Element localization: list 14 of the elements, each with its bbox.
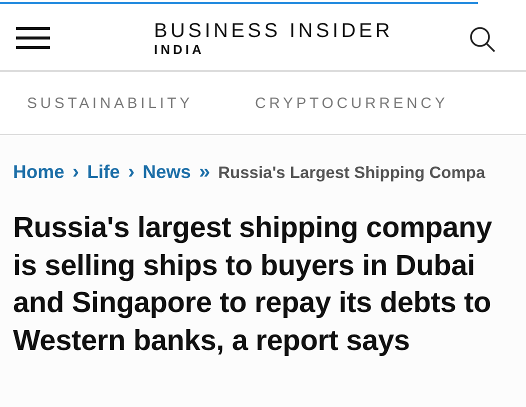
breadcrumb-separator: › <box>128 161 135 184</box>
breadcrumb-link[interactable]: News <box>142 161 191 183</box>
search-icon[interactable] <box>469 26 496 52</box>
breadcrumb-link[interactable]: Life <box>87 161 120 183</box>
brand-edition: INDIA <box>154 42 206 58</box>
brand-logo[interactable]: BUSINESS INSIDER <box>154 20 394 42</box>
nav-link[interactable]: CRYPTOCURRENCY <box>254 94 448 112</box>
menu-icon[interactable] <box>16 26 50 50</box>
breadcrumb-current: Russia's Largest Shipping Compa <box>218 164 486 183</box>
headline: Russia's largest shipping company is selling ships to buyers in Dubai and Singapore to repay its debts to Western banks, a report says <box>13 211 493 358</box>
nav-link[interactable]: SUSTAINABILITY <box>27 94 193 112</box>
breadcrumb-separator: › <box>72 161 80 184</box>
breadcrumb-separator: » <box>198 161 210 184</box>
breadcrumb-link[interactable]: Home <box>13 161 64 183</box>
